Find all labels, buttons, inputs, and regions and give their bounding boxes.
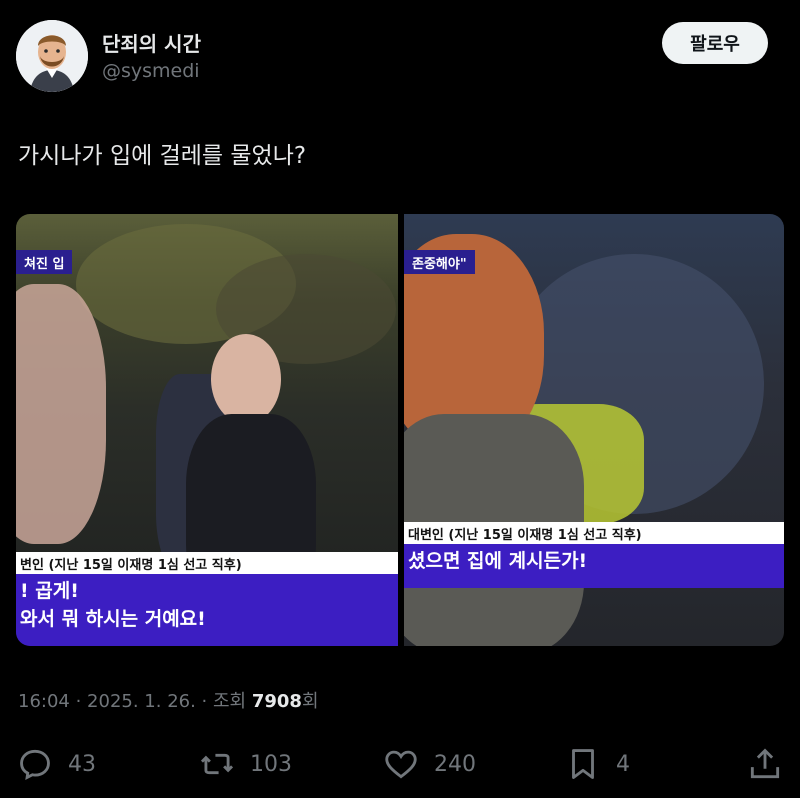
reply-count: 43 bbox=[68, 751, 96, 777]
like-button[interactable]: 240 bbox=[382, 740, 476, 788]
like-count: 240 bbox=[434, 751, 476, 777]
views-suffix: 회 bbox=[301, 691, 319, 712]
share-icon bbox=[750, 748, 780, 779]
repost-icon bbox=[200, 753, 234, 775]
bookmark-count: 4 bbox=[616, 751, 630, 777]
repost-count: 103 bbox=[250, 751, 292, 777]
avatar[interactable] bbox=[16, 20, 88, 92]
repost-button[interactable]: 103 bbox=[198, 740, 292, 788]
news-tag: 쳐진 입 bbox=[16, 250, 73, 274]
news-tag: 존중해야" bbox=[404, 250, 475, 274]
caption-subtitle: 대변인 (지난 15일 이재명 1심 선고 직후) bbox=[404, 522, 784, 544]
views-count: 7908 bbox=[251, 691, 302, 712]
caption-line: 와서 뭐 하시는 거예요! bbox=[20, 607, 206, 630]
share-button[interactable] bbox=[746, 740, 784, 788]
tweet-text: 가시나가 입에 걸레를 물었나? bbox=[18, 143, 307, 169]
bookmark-icon bbox=[572, 749, 594, 779]
user-handle[interactable]: @sysmedi bbox=[102, 60, 200, 82]
tweet-time[interactable]: 16:04 bbox=[18, 691, 70, 712]
reply-icon bbox=[20, 749, 50, 780]
caption-subtitle: 변인 (지난 15일 이재명 1심 선고 직후) bbox=[16, 552, 398, 574]
caption-main: 셨으면 집에 계시든가! bbox=[404, 544, 784, 588]
heart-icon bbox=[385, 750, 417, 779]
media-image-left[interactable]: 쳐진 입 변인 (지난 15일 이재명 1심 선고 직후) ! 곱게! 와서 뭐… bbox=[16, 214, 398, 646]
caption-line: ! 곱게! bbox=[20, 580, 79, 602]
media-image-right[interactable]: 존중해야" 대변인 (지난 15일 이재명 1심 선고 직후) 셨으면 집에 계… bbox=[404, 214, 784, 646]
person-shape bbox=[211, 334, 281, 424]
bookmark-button[interactable]: 4 bbox=[564, 740, 630, 788]
reply-button[interactable]: 43 bbox=[16, 740, 96, 788]
display-name[interactable]: 단죄의 시간 bbox=[102, 28, 201, 57]
views-label: 조회 bbox=[213, 691, 247, 712]
action-bar: 43 103 240 4 bbox=[0, 740, 800, 788]
avatar-image bbox=[16, 20, 88, 92]
tweet-header: 단죄의 시간 @sysmedi 팔로우 bbox=[16, 20, 784, 92]
person-shape bbox=[16, 284, 106, 544]
tweet-date[interactable]: 2025. 1. 26. bbox=[87, 691, 196, 712]
follow-button[interactable]: 팔로우 bbox=[662, 22, 768, 64]
tweet-media[interactable]: 쳐진 입 변인 (지난 15일 이재명 1심 선고 직후) ! 곱게! 와서 뭐… bbox=[16, 214, 784, 646]
caption-main: ! 곱게! 와서 뭐 하시는 거예요! bbox=[16, 574, 398, 646]
tweet-meta: 16:04 · 2025. 1. 26. · 조회 7908회 bbox=[18, 691, 319, 712]
